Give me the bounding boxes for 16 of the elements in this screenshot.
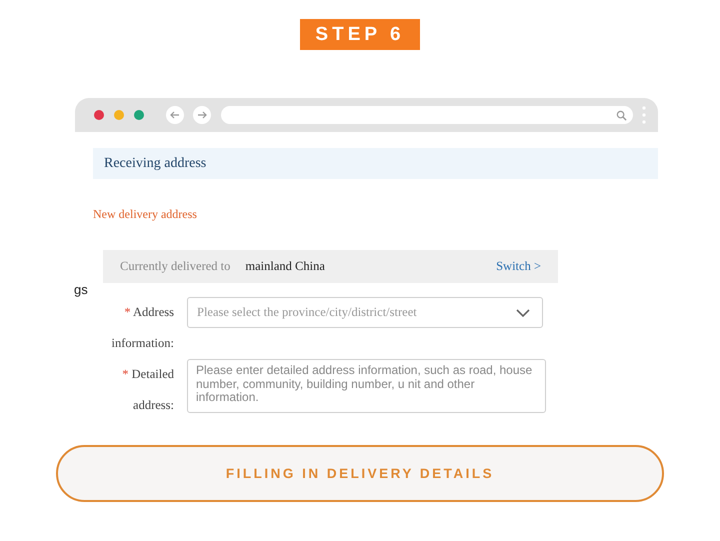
step-badge: STEP 6 bbox=[300, 19, 420, 50]
delivery-details-button[interactable]: FILLING IN DELIVERY DETAILS bbox=[56, 445, 664, 502]
delivery-label: Currently delivered to bbox=[120, 259, 230, 274]
section-header: Receiving address bbox=[93, 148, 658, 179]
field-label: * Detailed address: bbox=[121, 366, 174, 414]
forward-icon[interactable] bbox=[193, 106, 211, 124]
address-field[interactable]: Please enter detailed address information, such as road, house number, community, building number, u nit and other information. bbox=[187, 359, 546, 413]
province-dropdown[interactable]: Please select the province/city/district/street bbox=[187, 297, 543, 328]
field-label: * Address information: bbox=[110, 304, 174, 352]
back-icon[interactable] bbox=[166, 106, 184, 124]
search-icon[interactable] bbox=[616, 110, 627, 120]
switch-link[interactable]: Switch > bbox=[496, 259, 541, 274]
text-fragment: gs bbox=[74, 283, 89, 297]
chevron-down-icon[interactable] bbox=[516, 308, 530, 316]
delivery-region: mainland China bbox=[245, 259, 325, 274]
section-title: New delivery address bbox=[93, 207, 198, 222]
